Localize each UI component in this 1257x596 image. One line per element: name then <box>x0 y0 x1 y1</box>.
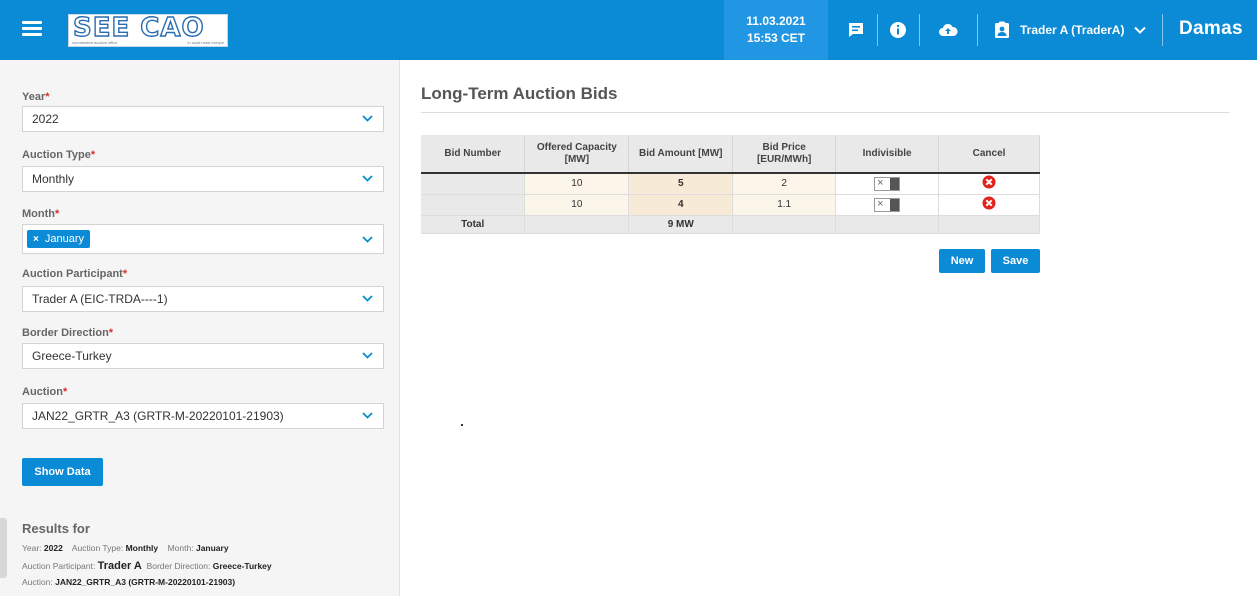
total-amount: 9 MW <box>628 215 734 234</box>
bid-amount-cell[interactable]: 5 <box>628 173 734 195</box>
col-bid-amount: Bid Amount [MW] <box>628 135 734 174</box>
border-value: Greece-Turkey <box>32 349 112 363</box>
participant-select[interactable]: Trader A (EIC-TRDA----1) <box>22 286 384 312</box>
table-row: 10 4 1.1 × <box>421 194 1040 216</box>
chevron-down-icon <box>362 295 373 302</box>
border-select[interactable]: Greece-Turkey <box>22 343 384 369</box>
auction-label: Auction* <box>22 386 68 398</box>
chevron-down-icon <box>362 175 373 182</box>
chevron-down-icon <box>362 236 373 243</box>
sidebar: Year* 2022 Auction Type* Monthly Month* … <box>0 60 400 596</box>
bids-table: Bid Number Offered Capacity [MW] Bid Amo… <box>421 135 1040 234</box>
results-line-1: Year: 2022 Auction Type: Monthly Month: … <box>22 543 229 553</box>
new-button[interactable]: New <box>939 249 985 273</box>
indivisible-cell: × <box>835 173 940 195</box>
table-row: 10 5 2 × <box>421 173 1040 195</box>
year-select[interactable]: 2022 <box>22 106 384 132</box>
total-indivisible-cell <box>835 215 940 234</box>
logo-sub-left: coordinated auction office <box>72 40 118 45</box>
offered-capacity-cell: 10 <box>524 173 630 195</box>
user-badge-icon <box>995 21 1009 38</box>
year-label: Year* <box>22 91 50 103</box>
date-text: 11.03.2021 <box>746 14 806 28</box>
bid-price-cell[interactable]: 2 <box>732 173 837 195</box>
chip-remove-icon[interactable]: × <box>33 234 39 245</box>
total-price-cell <box>732 215 837 234</box>
month-label: Month* <box>22 208 60 220</box>
menu-icon[interactable] <box>22 21 42 37</box>
chevron-down-icon <box>362 352 373 359</box>
indivisible-toggle[interactable]: × <box>874 176 901 191</box>
col-indivisible: Indivisible <box>835 135 940 174</box>
stray-dot <box>461 424 463 426</box>
show-data-button[interactable]: Show Data <box>22 458 103 486</box>
auction-value: JAN22_GRTR_A3 (GRTR-M-20220101-21903) <box>32 409 284 423</box>
top-bar: SEE CAO coordinated auction office in so… <box>0 0 1257 60</box>
auction-type-label: Auction Type* <box>22 149 96 161</box>
cancel-cell <box>938 173 1040 195</box>
col-offered-capacity: Offered Capacity [MW] <box>524 135 630 174</box>
cancel-icon[interactable] <box>982 175 996 189</box>
month-select[interactable]: × January <box>22 224 384 254</box>
total-offered-cell <box>524 215 630 234</box>
participant-label: Auction Participant* <box>22 268 128 280</box>
info-icon[interactable] <box>878 0 918 60</box>
datetime: 11.03.2021 15:53 CET <box>724 0 828 60</box>
messages-icon[interactable] <box>836 0 876 60</box>
results-line-3: Auction: JAN22_GRTR_A3 (GRTR-M-20220101-… <box>22 577 236 587</box>
bid-number-cell <box>421 194 526 216</box>
total-row: Total 9 MW <box>421 215 1040 234</box>
bid-price-cell[interactable]: 1.1 <box>732 194 837 216</box>
results-line-2: Auction Participant: Trader A Border Dir… <box>22 560 272 572</box>
bid-number-cell <box>421 173 526 195</box>
time-text: 15:53 CET <box>746 31 806 45</box>
chevron-down-icon <box>1134 26 1147 34</box>
bid-amount-cell[interactable]: 4 <box>628 194 734 216</box>
chevron-down-icon <box>362 115 373 122</box>
col-bid-number: Bid Number <box>421 135 526 174</box>
border-label: Border Direction* <box>22 327 114 339</box>
participant-value: Trader A (EIC-TRDA----1) <box>32 292 168 306</box>
total-label: Total <box>421 215 526 234</box>
results-title: Results for <box>22 521 90 536</box>
user-menu[interactable]: Trader A (TraderA) <box>994 0 1147 60</box>
month-chip: × January <box>27 230 90 248</box>
page-title: Long-Term Auction Bids <box>421 84 618 103</box>
logo-text: SEE CAO <box>72 13 205 43</box>
indivisible-toggle[interactable]: × <box>874 197 901 212</box>
col-cancel: Cancel <box>938 135 1040 174</box>
month-chip-label: January <box>44 233 84 245</box>
year-value: 2022 <box>32 112 59 126</box>
cloud-upload-icon[interactable] <box>928 0 968 60</box>
brand: Damas <box>1179 18 1243 39</box>
title-divider <box>421 112 1229 113</box>
auction-select[interactable]: JAN22_GRTR_A3 (GRTR-M-20220101-21903) <box>22 403 384 429</box>
sidebar-collapse-handle[interactable] <box>0 518 7 578</box>
cancel-cell <box>938 194 1040 216</box>
col-bid-price: Bid Price [EUR/MWh] <box>732 135 837 174</box>
chevron-down-icon <box>362 412 373 419</box>
logo: SEE CAO coordinated auction office in so… <box>68 14 228 47</box>
offered-capacity-cell: 10 <box>524 194 630 216</box>
cancel-icon[interactable] <box>982 196 996 210</box>
logo-sub-right: in south-east europe <box>187 40 224 45</box>
auction-type-select[interactable]: Monthly <box>22 166 384 192</box>
save-button[interactable]: Save <box>991 249 1040 273</box>
total-cancel-cell <box>938 215 1040 234</box>
indivisible-cell: × <box>835 194 940 216</box>
auction-type-value: Monthly <box>32 172 75 186</box>
user-name: Trader A (TraderA) <box>1020 23 1125 37</box>
